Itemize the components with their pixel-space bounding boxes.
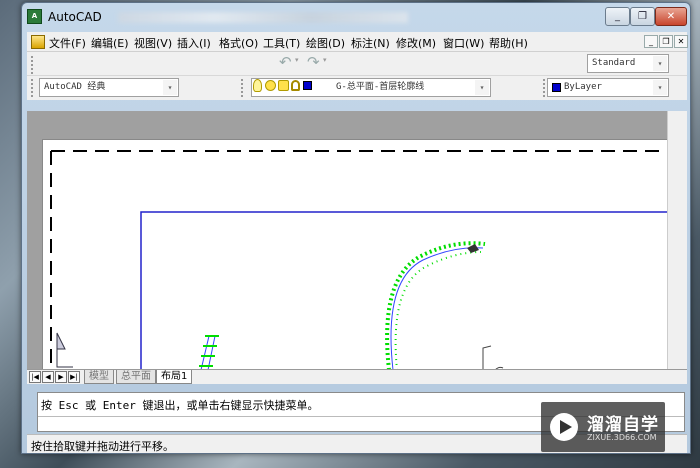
menu-bar: 文件(F) 编辑(E) 视图(V) 插入(I) 格式(O) 工具(T) 绘图(D…: [27, 32, 688, 52]
vertical-scrollbar[interactable]: [667, 111, 687, 369]
layout-tab-bar: |◀ ◀ ▶ ▶| 模型 总平面 布局1: [27, 369, 687, 384]
menu-view[interactable]: 视图(V): [134, 35, 172, 51]
redo-icon[interactable]: ↷: [307, 53, 320, 71]
ucs-icon: [56, 332, 73, 368]
redo-dropdown-icon[interactable]: ▾: [323, 56, 327, 64]
command-prompt-text: 按 Esc 或 Enter 键退出，或单击右键显示快捷菜单。: [41, 399, 319, 412]
doc-close-button[interactable]: ✕: [674, 35, 688, 48]
layer-on-bulb-icon[interactable]: [253, 79, 262, 92]
contour-line: [390, 247, 484, 370]
menu-file[interactable]: 文件(F): [49, 35, 86, 51]
dimension-grip: [467, 244, 479, 253]
watermark: 溜溜自学 ZIXUE.3D66.COM: [541, 402, 665, 452]
tab-prev-button[interactable]: ◀: [42, 371, 54, 383]
tab-model[interactable]: 模型: [84, 370, 114, 384]
tab-next-button[interactable]: ▶: [55, 371, 67, 383]
layer-viewport-freeze-icon[interactable]: [278, 80, 289, 91]
watermark-logo-icon: [550, 413, 578, 441]
chevron-down-icon: ▾: [653, 56, 667, 71]
drawing-canvas[interactable]: [43, 140, 668, 370]
blurred-file-path: [118, 12, 408, 23]
tab-layout1[interactable]: 布局1: [156, 370, 193, 384]
tab-site-plan[interactable]: 总平面: [116, 370, 156, 384]
color-value: ByLayer: [564, 82, 602, 92]
menu-insert[interactable]: 插入(I): [177, 35, 211, 51]
document-icon[interactable]: [31, 35, 45, 49]
tab-last-button[interactable]: ▶|: [68, 371, 80, 383]
menu-edit[interactable]: 编辑(E): [91, 35, 129, 51]
toolbar-grip[interactable]: [543, 79, 546, 97]
toolbar-grip[interactable]: [31, 56, 34, 74]
undo-dropdown-icon[interactable]: ▾: [295, 56, 299, 64]
layer-thaw-sun-icon[interactable]: [265, 80, 276, 91]
undo-icon[interactable]: ↶: [279, 53, 292, 71]
text-style-select[interactable]: Standard ▾: [587, 54, 669, 73]
menu-window[interactable]: 窗口(W): [443, 35, 484, 51]
autocad-window: A AutoCAD _ ❐ ✕ 文件(F) 编辑(E) 视图(V) 插入(I) …: [21, 2, 691, 454]
doc-minimize-button[interactable]: _: [644, 35, 658, 48]
building-outline: [482, 345, 492, 370]
window-title: AutoCAD: [48, 10, 102, 24]
minimize-button[interactable]: _: [605, 7, 630, 26]
layer-lock-icon[interactable]: [291, 80, 300, 91]
close-button[interactable]: ✕: [655, 7, 687, 26]
bylayer-color-swatch: [552, 83, 561, 92]
contour-line: [200, 335, 210, 370]
layout-paper[interactable]: [42, 139, 668, 370]
toolbar-area: ↶ ▾ ↷ ▾ Standard ▾ AutoCAD 经典 ▾ G-总平面-首层…: [27, 52, 687, 100]
drawing-area[interactable]: [27, 111, 668, 370]
chevron-down-icon: ▾: [163, 80, 177, 95]
menu-tools[interactable]: 工具(T): [263, 35, 300, 51]
autocad-app-icon[interactable]: A: [27, 9, 42, 24]
chevron-down-icon: ▾: [475, 80, 489, 95]
tab-first-button[interactable]: |◀: [29, 371, 41, 383]
workspace-value: AutoCAD 经典: [44, 82, 106, 92]
title-bar[interactable]: A AutoCAD _ ❐ ✕: [22, 3, 690, 31]
contour-line: [207, 335, 216, 370]
dimension-annotations: [199, 335, 219, 367]
watermark-url: ZIXUE.3D66.COM: [587, 433, 657, 442]
restore-button[interactable]: ❐: [630, 7, 655, 26]
dimension-annotations: [385, 241, 486, 370]
chevron-down-icon: ▾: [653, 80, 667, 95]
layer-value: G-总平面-首层轮廓线: [336, 82, 425, 92]
dimension-annotations: [394, 251, 482, 370]
menu-modify[interactable]: 修改(M): [396, 35, 436, 51]
menu-dimension[interactable]: 标注(N): [351, 35, 390, 51]
watermark-title: 溜溜自学: [587, 415, 659, 435]
menu-help[interactable]: 帮助(H): [489, 35, 528, 51]
toolbar-divider: [27, 75, 687, 76]
toolbar-grip[interactable]: [31, 79, 34, 97]
color-select[interactable]: ByLayer ▾: [547, 78, 669, 97]
menu-format[interactable]: 格式(O): [219, 35, 258, 51]
text-style-value: Standard: [592, 58, 636, 68]
menu-draw[interactable]: 绘图(D): [306, 35, 345, 51]
layer-color-swatch: [303, 81, 312, 90]
workspace-select[interactable]: AutoCAD 经典 ▾: [39, 78, 179, 97]
doc-restore-button[interactable]: ❐: [659, 35, 673, 48]
toolbar-grip[interactable]: [241, 79, 244, 97]
status-text: 按住拾取键并拖动进行平移。: [31, 440, 174, 453]
